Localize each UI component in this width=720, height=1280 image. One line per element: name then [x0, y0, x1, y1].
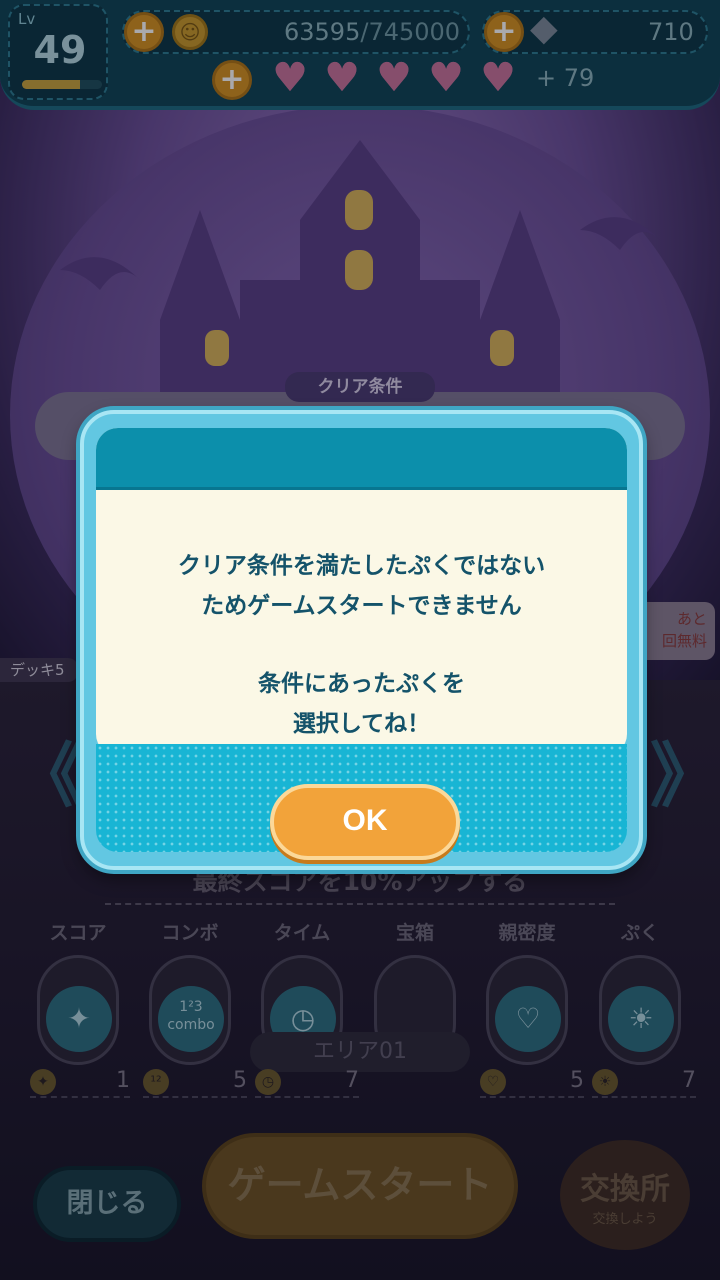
- alert-dialog: クリア条件を満たしたぷくではない ためゲームスタートできません 条件にあったぷく…: [80, 410, 643, 870]
- dialog-header: [96, 428, 627, 490]
- ok-button[interactable]: OK: [270, 784, 460, 860]
- dialog-message: クリア条件を満たしたぷくではない ためゲームスタートできません 条件にあったぷく…: [96, 490, 627, 756]
- message-line-1: クリア条件を満たしたぷくではない: [177, 553, 546, 579]
- message-line-2: ためゲームスタートできません: [201, 593, 522, 619]
- dialog-panel: クリア条件を満たしたぷくではない ためゲームスタートできません 条件にあったぷく…: [96, 428, 627, 756]
- message-line-4: 選択してね！: [292, 711, 431, 737]
- message-line-3: 条件にあったぷくを: [258, 671, 465, 697]
